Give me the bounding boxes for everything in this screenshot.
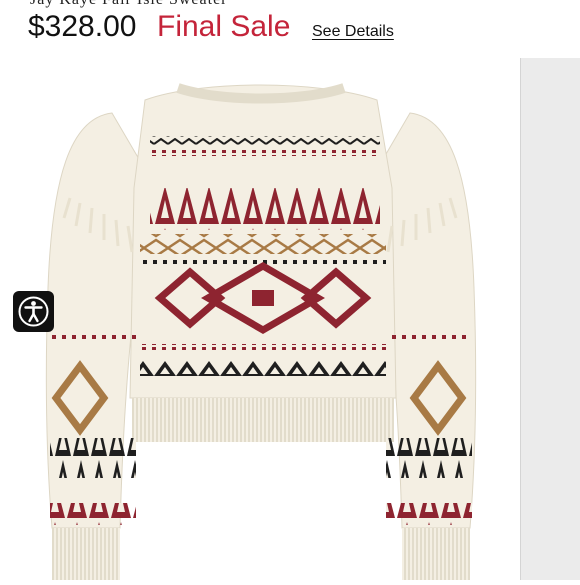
see-details-link[interactable]: See Details — [312, 23, 394, 41]
accessibility-icon — [18, 296, 49, 327]
product-title-cut: Jay Kaye Fair Isle Sweater — [30, 0, 228, 9]
product-price: $328.00 — [28, 10, 137, 43]
accessibility-button[interactable] — [13, 291, 54, 332]
side-panel — [520, 58, 580, 580]
price-header: Jay Kaye Fair Isle Sweater $328.00 Final… — [0, 0, 580, 58]
product-image — [0, 58, 520, 580]
final-sale-label: Final Sale — [157, 10, 291, 43]
sweater-illustration — [45, 83, 477, 580]
